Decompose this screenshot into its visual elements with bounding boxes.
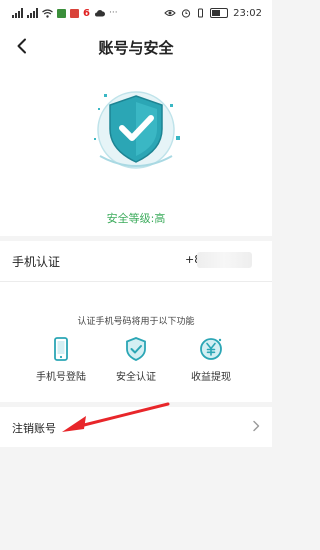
features-note: 认证手机号码将用于以下功能 [77, 317, 195, 327]
security-hero: 安全等级:高 [0, 66, 272, 236]
alarm-icon [182, 9, 191, 18]
notification-count: 6 [83, 7, 90, 19]
yuan-coin-icon [200, 338, 222, 360]
phone-number-mask [197, 252, 252, 268]
annotation-arrow [62, 402, 170, 432]
phone-certification-row[interactable]: 手机认证 +8 [0, 241, 272, 282]
chevron-right-icon [253, 420, 260, 432]
security-shield-illustration [86, 78, 186, 178]
signal-icon [12, 8, 23, 18]
shield-check-icon [126, 337, 146, 361]
status-icons-left: 6 ··· [12, 7, 118, 19]
phone-features-panel: 认证手机号码将用于以下功能 手机号登陆 安全认证 收益提现 [0, 282, 272, 402]
security-level-text: 安全等级:高 [106, 212, 166, 225]
app-notification-icon-2 [70, 8, 79, 18]
page-title: 账号与安全 [98, 39, 174, 57]
wifi-icon [42, 8, 53, 18]
signal-icon-2 [27, 8, 38, 18]
feature-label: 安全认证 [116, 372, 156, 383]
feature-security-certification: 安全认证 [101, 336, 171, 383]
status-icons-right: 23:02 [164, 7, 262, 19]
header-bar: 账号与安全 [0, 26, 272, 66]
battery-icon [210, 8, 229, 18]
eye-icon [164, 10, 176, 16]
status-bar: 6 ··· 23:02 [0, 0, 272, 26]
vibrate-icon [198, 8, 204, 18]
feature-income-withdrawal: 收益提现 [176, 336, 246, 383]
more-dots-icon: ··· [108, 8, 118, 18]
phone-icon [54, 337, 68, 361]
phone-certification-label: 手机认证 [12, 255, 61, 269]
feature-phone-login: 手机号登陆 [26, 336, 96, 383]
app-notification-icon [57, 8, 66, 18]
feature-label: 手机号登陆 [36, 372, 86, 383]
status-time: 23:02 [233, 7, 262, 19]
feature-label: 收益提现 [191, 372, 231, 383]
cloud-icon [94, 10, 105, 17]
